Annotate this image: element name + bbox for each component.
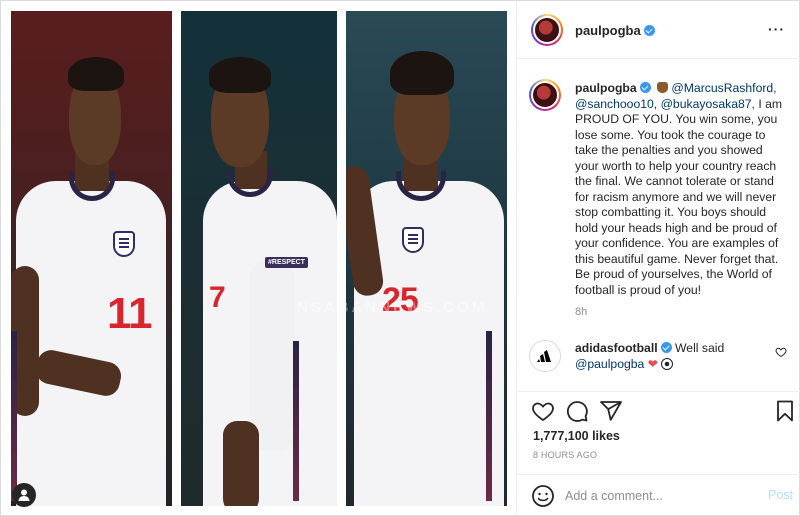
likes-count[interactable]: 1,777,100 likes <box>533 429 620 443</box>
watermark: NSABANNEWS.COM <box>297 299 488 316</box>
caption-username[interactable]: paulpogba <box>575 81 637 95</box>
jersey-number: 11 <box>107 289 153 338</box>
adidas-logo-icon <box>537 350 551 362</box>
post-image[interactable]: 11 #RESPECT 7 25 NSABANNEWS.COM <box>2 2 516 515</box>
post-header: paulpogba ··· <box>517 1 800 59</box>
verified-badge-icon <box>639 82 651 93</box>
add-comment-row: Post <box>517 474 800 516</box>
add-comment-input[interactable] <box>565 486 745 506</box>
comments-section: paulpogba @MarcusRashford, @sanchooo10, … <box>517 59 800 391</box>
comment-text: Well said <box>675 341 725 355</box>
comment-mention[interactable]: @paulpogba <box>575 357 644 371</box>
user-tag-icon[interactable] <box>12 483 36 507</box>
england-crest-icon <box>113 231 135 257</box>
jersey <box>354 181 504 506</box>
mention-saka[interactable]: @bukayosaka87, <box>661 97 755 111</box>
actions-section: 1,777,100 likes 8 HOURS AGO Post <box>517 391 800 515</box>
mention-rashford[interactable]: @MarcusRashford, <box>671 81 776 95</box>
adidas-avatar[interactable] <box>529 340 561 372</box>
author-username[interactable]: paulpogba <box>575 23 655 38</box>
heart-icon[interactable] <box>531 399 555 423</box>
england-crest-icon <box>402 227 424 253</box>
soccer-ball-emoji-icon <box>661 357 674 370</box>
emoji-icon[interactable] <box>531 484 555 508</box>
photo-rashford: 11 <box>11 11 172 506</box>
comment-username[interactable]: adidasfootball <box>575 341 658 355</box>
post-comment-button[interactable]: Post <box>768 488 793 502</box>
red-heart-emoji-icon: ❤ <box>647 356 658 371</box>
comment-icon[interactable] <box>565 399 589 423</box>
comment-like-heart-icon[interactable] <box>775 346 787 358</box>
caption-time[interactable]: 8h <box>575 306 587 318</box>
mention-sancho[interactable]: @sanchooo10, <box>575 97 657 111</box>
photo-saka: 25 <box>346 11 507 506</box>
more-options-icon[interactable]: ··· <box>768 22 785 36</box>
bookmark-icon[interactable] <box>773 399 797 423</box>
verified-badge-icon <box>643 25 655 36</box>
verified-badge-icon <box>660 342 672 353</box>
post-sidebar: paulpogba ··· paulpogba @MarcusRashford,… <box>516 1 800 515</box>
share-icon[interactable] <box>599 399 623 423</box>
comment-item: adidasfootball Well said @paulpogba ❤ <box>575 341 771 372</box>
jersey-number: 7 <box>209 281 226 314</box>
author-avatar[interactable] <box>531 14 563 46</box>
caption-body: I am PROUD OF YOU. You win some, you los… <box>575 96 783 297</box>
caption-avatar[interactable] <box>529 79 561 111</box>
glove-emoji-icon <box>657 82 669 93</box>
caption-text: paulpogba @MarcusRashford, @sanchooo10, … <box>575 81 787 298</box>
respect-patch: #RESPECT <box>265 257 308 268</box>
photo-sancho: #RESPECT 7 <box>181 11 337 506</box>
post-timestamp[interactable]: 8 HOURS AGO <box>533 450 597 460</box>
instagram-post: 11 #RESPECT 7 25 NSABANNEWS.COM paulpogb… <box>0 0 800 516</box>
